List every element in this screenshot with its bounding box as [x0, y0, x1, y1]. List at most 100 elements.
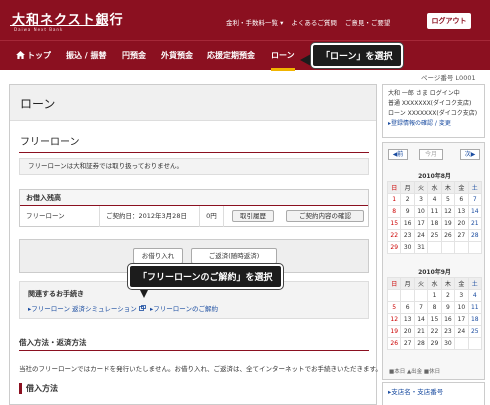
calendar-legend: ■本日 ▲出金 ■休日: [389, 369, 441, 375]
calendar-day: 2: [440, 289, 456, 302]
main-title-bar: ローン: [10, 85, 376, 121]
calendar-day: 11: [427, 205, 442, 218]
branch-lookup-label: 支店名・支店番号: [391, 388, 444, 396]
weekday-cell: 日: [386, 181, 402, 194]
calendar-day: 5: [386, 301, 402, 314]
section-borrow-method-title: 借入方法: [19, 383, 58, 394]
calendar-this-month-button: 今月: [419, 149, 443, 160]
calendar-day: 25: [427, 229, 442, 242]
main-panel: ローン フリーローン フリーローンは大和証券では取り扱っておりません。 お借入残…: [9, 84, 382, 405]
calendar-grid-sep: 日 月 火 水 木 金 土 1 2 3 4 5 6 7 8 9 10 11 12…: [386, 277, 483, 350]
repay-button[interactable]: ご返済(随時返済): [191, 248, 277, 264]
calendar-day: [467, 241, 483, 254]
calendar-day: 15: [427, 313, 442, 326]
calendar-day: 16: [440, 313, 456, 326]
nav-item-foreign-deposit[interactable]: 外貨預金: [161, 41, 193, 71]
nav-item-transfer[interactable]: 振込 / 振替: [66, 41, 107, 71]
repayment-simulation-link[interactable]: ▸フリーローン 返済シミュレーション: [28, 303, 146, 313]
weekday-cell: 月: [400, 277, 415, 290]
calendar-day: 22: [427, 325, 442, 338]
calendar-day: [386, 289, 402, 302]
header-links: 金利・手数料一覧 ▾ よくあるご質問 ご意見・ご要望: [226, 17, 390, 27]
calendar-day: 3: [454, 289, 469, 302]
logo-divider: [10, 25, 108, 26]
calendar-day: 7: [467, 193, 483, 206]
weekday-cell: 土: [467, 181, 483, 194]
calendar-prev-button[interactable]: ◀前: [388, 149, 408, 160]
calendar-day: 12: [386, 313, 402, 326]
calendar-day: 15: [386, 217, 402, 230]
weekday-cell: 水: [427, 277, 442, 290]
calendar-week-row: 15 16 17 18 19 20 21: [386, 217, 483, 230]
main-nav: トップ 振込 / 振替 円預金 外貨預金 応援定期預金 ローン: [0, 40, 490, 71]
loan-balance-header: お借入残高: [20, 190, 368, 206]
branch-lookup-link[interactable]: ▸支店名・支店番号: [382, 382, 485, 405]
section-borrow-repay-title: 借入方法・返済方法: [19, 338, 87, 347]
calendar-week-row: 26 27 28 29 30: [386, 337, 483, 350]
calendar-day: [467, 337, 483, 350]
loan-balance-row: フリーローン ご契約日：2012年3月28日 0円 取引履歴 ご契約内容の確認: [20, 206, 368, 227]
callout-select-cancellation: 「フリーローンのご解約」を選択: [128, 264, 283, 289]
logout-button[interactable]: ログアウト: [427, 13, 471, 29]
nav-item-yen-deposit[interactable]: 円預金: [122, 41, 146, 71]
calendar-day: [400, 289, 415, 302]
rates-fees-link[interactable]: 金利・手数料一覧 ▾: [226, 17, 283, 27]
calendar-day: 10: [413, 205, 429, 218]
calendar-day: 24: [454, 325, 469, 338]
calendar-day: 28: [413, 337, 429, 350]
weekday-cell: 火: [413, 181, 429, 194]
calendar-weekday-row: 日 月 火 水 木 金 土: [386, 277, 483, 290]
loan-product-name: フリーローン: [20, 206, 100, 227]
feedback-link[interactable]: ご意見・ご要望: [345, 17, 391, 27]
nav-label-top: トップ: [27, 51, 51, 60]
free-loan-cancellation-link[interactable]: ▸フリーローンのご解約: [150, 303, 218, 313]
calendar-day: 17: [454, 313, 469, 326]
calendar-day: 19: [440, 217, 456, 230]
calendar-day: 8: [386, 205, 402, 218]
calendar-day: 3: [413, 193, 429, 206]
weekday-cell: 木: [440, 181, 456, 194]
calendar-day: 4: [467, 289, 483, 302]
calendar-next-button[interactable]: 次▶: [460, 149, 480, 160]
related-procedures-title: 関連するお手続き: [28, 290, 84, 298]
weekday-cell: 水: [427, 181, 442, 194]
calendar-day: 22: [386, 229, 402, 242]
calendar-day: 20: [454, 217, 469, 230]
calendar-day: 26: [386, 337, 402, 350]
loan-contract-date: ご契約日：2012年3月28日: [100, 206, 200, 227]
header-bar: 大和ネクスト銀行 Daiwa Next Bank 金利・手数料一覧 ▾ よくある…: [0, 0, 490, 40]
registration-info-link[interactable]: ▸登録情報の確認 / 変更: [388, 119, 479, 129]
calendar-day: 25: [467, 325, 483, 338]
calendar-week-row: 29 30 31: [386, 241, 483, 254]
calendar-day: [454, 241, 469, 254]
calendar-day: 31: [413, 241, 429, 254]
calendar-day: 8: [427, 301, 442, 314]
calendar-day: 21: [467, 217, 483, 230]
calendar-day: [427, 241, 442, 254]
calendar-day: 29: [427, 337, 442, 350]
nav-item-loan[interactable]: ローン: [271, 41, 295, 71]
faq-link[interactable]: よくあるご質問: [291, 17, 337, 27]
calendar-day: 21: [413, 325, 429, 338]
calendar-day: [413, 289, 429, 302]
nav-item-top[interactable]: トップ: [16, 41, 51, 71]
calendar-day: 5: [440, 193, 456, 206]
nav-item-support-deposit[interactable]: 応援定期預金: [207, 41, 255, 71]
calendar-day: 12: [440, 205, 456, 218]
calendar-week-row: 5 6 7 8 9 10 11: [386, 301, 483, 314]
calendar-day: 1: [427, 289, 442, 302]
calendar-day: 7: [413, 301, 429, 314]
calendar-day: 14: [413, 313, 429, 326]
borrow-button[interactable]: お借り入れ: [133, 248, 183, 264]
calendar-day: [454, 337, 469, 350]
weekday-cell: 金: [454, 277, 469, 290]
callout-arrow-loan: [300, 54, 311, 66]
transaction-history-button[interactable]: 取引履歴: [232, 210, 274, 222]
contract-details-button[interactable]: ご契約内容の確認: [286, 210, 364, 222]
calendar-week-row: 22 23 24 25 26 27 28: [386, 229, 483, 242]
calendar-day: 10: [454, 301, 469, 314]
calendar-week-row: 19 20 21 22 23 24 25: [386, 325, 483, 338]
calendar-day: 9: [400, 205, 415, 218]
user-account-savings: 普通 XXXXXXX(ダイコク支店): [388, 100, 472, 107]
weekday-cell: 金: [454, 181, 469, 194]
